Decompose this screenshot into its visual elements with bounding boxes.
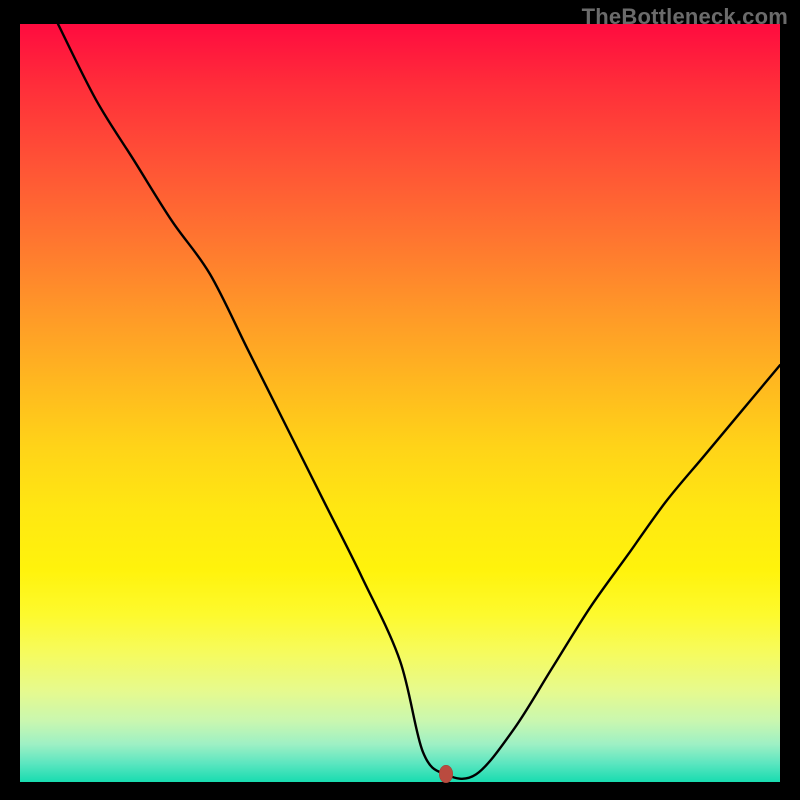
bottleneck-curve: [58, 24, 780, 779]
optimum-marker: [439, 765, 453, 783]
chart-frame: TheBottleneck.com: [0, 0, 800, 800]
curve-svg: [20, 24, 780, 782]
plot-area: [20, 24, 780, 782]
